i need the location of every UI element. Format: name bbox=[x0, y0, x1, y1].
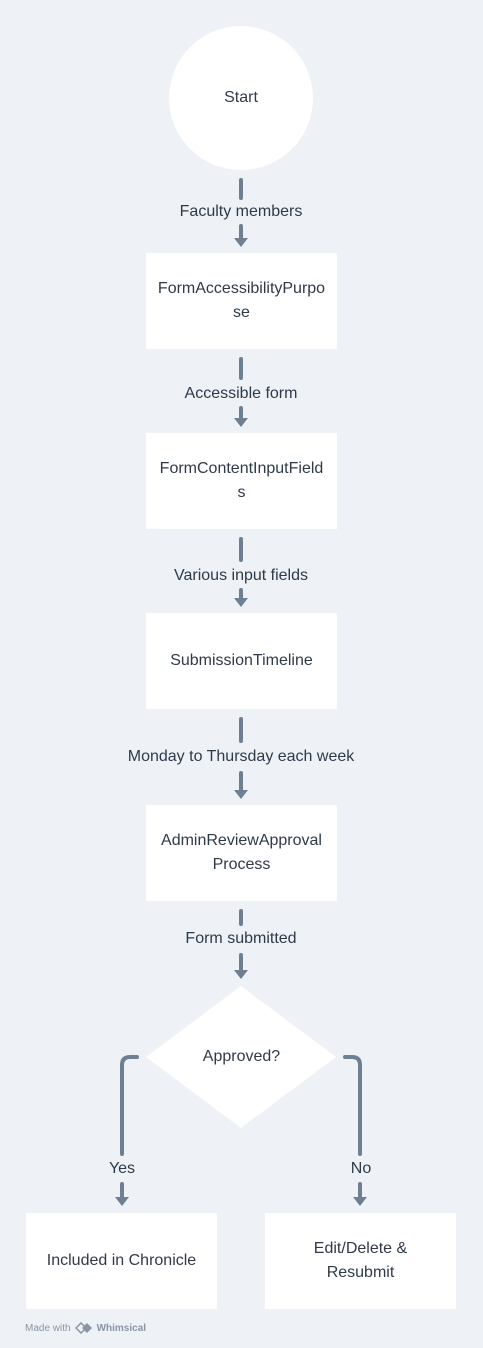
edge-label-yes: Yes bbox=[108, 1160, 136, 1177]
included-node-label: Included in Chronicle bbox=[46, 1252, 197, 1269]
made-with-footer[interactable]: Made with Whimsical bbox=[25, 1320, 146, 1336]
edge-label-submitted: Form submitted bbox=[185, 930, 297, 947]
approved-decision-label: Approved? bbox=[202, 1048, 281, 1065]
start-node-label: Start bbox=[224, 89, 258, 106]
edge-label-monday: Monday to Thursday each week bbox=[127, 748, 355, 765]
arrowhead-monday bbox=[234, 790, 248, 799]
edge-label-various: Various input fields bbox=[174, 567, 308, 584]
edge-label-faculty: Faculty members bbox=[179, 203, 303, 220]
whimsical-logo-icon bbox=[74, 1322, 92, 1334]
connector-no-branch bbox=[343, 1055, 362, 1156]
admin-review-node-label: AdminReviewApprovalProcess bbox=[161, 832, 322, 873]
edge-label-no: No bbox=[350, 1160, 372, 1177]
arrowhead-submitted bbox=[234, 970, 248, 979]
submission-timeline-node-label: SubmissionTimeline bbox=[170, 652, 313, 669]
form-accessibility-node-label: FormAccessibilityPurpose bbox=[157, 280, 326, 321]
arrowhead-faculty bbox=[234, 238, 248, 247]
arrowhead-accessible bbox=[234, 418, 248, 427]
arrowhead-no bbox=[353, 1197, 367, 1206]
edit-delete-node-label: Edit/Delete & Resubmit bbox=[313, 1240, 408, 1281]
made-with-text: Made with bbox=[25, 1322, 71, 1334]
arrowhead-various bbox=[234, 598, 248, 607]
edge-label-accessible: Accessible form bbox=[184, 385, 298, 402]
whimsical-brand-text: Whimsical bbox=[96, 1322, 147, 1334]
arrowhead-yes bbox=[115, 1197, 129, 1206]
connector-yes-branch bbox=[120, 1055, 139, 1156]
form-content-node-label: FormContentInputFields bbox=[159, 460, 324, 501]
